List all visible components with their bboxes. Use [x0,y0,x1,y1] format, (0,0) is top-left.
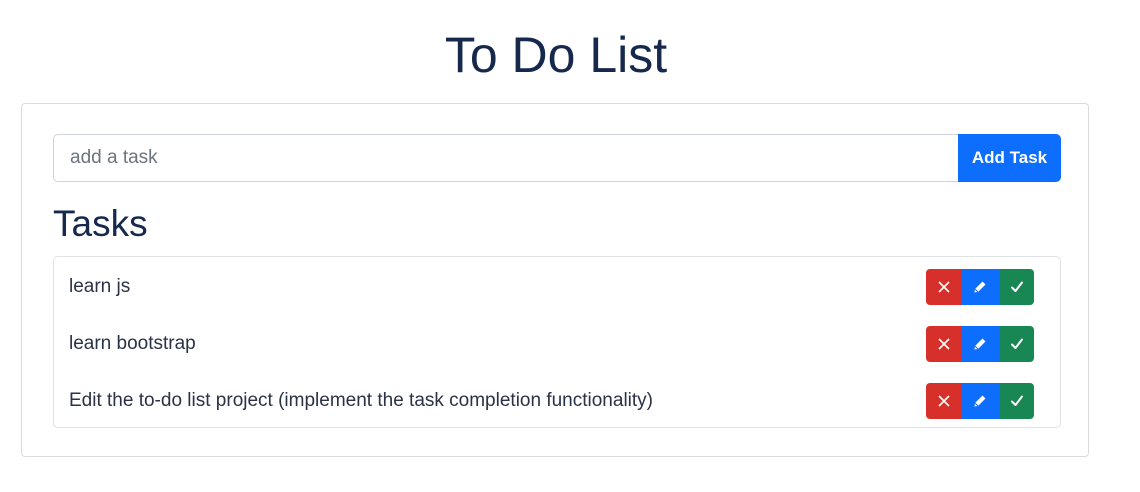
task-input[interactable] [53,134,958,182]
complete-task-button[interactable] [999,325,1034,362]
task-actions [926,325,1034,362]
edit-task-button[interactable] [961,382,999,419]
check-icon [1010,338,1023,349]
pencil-icon [974,338,986,349]
edit-task-button[interactable] [961,325,999,362]
pencil-icon [974,281,986,292]
page-title: To Do List [444,27,668,83]
task-text: learn bootstrap [69,332,196,354]
tasks-heading: Tasks [53,203,148,244]
close-icon [937,280,950,293]
complete-task-button[interactable] [999,268,1034,305]
check-icon [1010,281,1023,292]
edit-task-button[interactable] [961,268,999,305]
complete-task-button[interactable] [999,382,1034,419]
pencil-icon [974,395,986,406]
delete-task-button[interactable] [926,268,961,305]
task-actions [926,268,1034,305]
todo-card: Add Task Tasks learn js learn bootstrap [21,103,1089,457]
close-icon [937,337,950,350]
task-list: learn js learn bootstrap Edit the to-do … [53,256,1061,428]
task-text: learn js [69,275,131,297]
task-text: Edit the to-do list project (implement t… [69,389,653,411]
add-task-form: Add Task [53,134,1061,182]
list-item: learn bootstrap [54,315,1060,372]
close-icon [937,394,950,407]
add-task-button[interactable]: Add Task [958,134,1061,182]
check-icon [1010,395,1023,406]
list-item: Edit the to-do list project (implement t… [54,372,1060,429]
list-item: learn js [54,258,1060,315]
delete-task-button[interactable] [926,325,961,362]
delete-task-button[interactable] [926,382,961,419]
task-actions [926,382,1034,419]
